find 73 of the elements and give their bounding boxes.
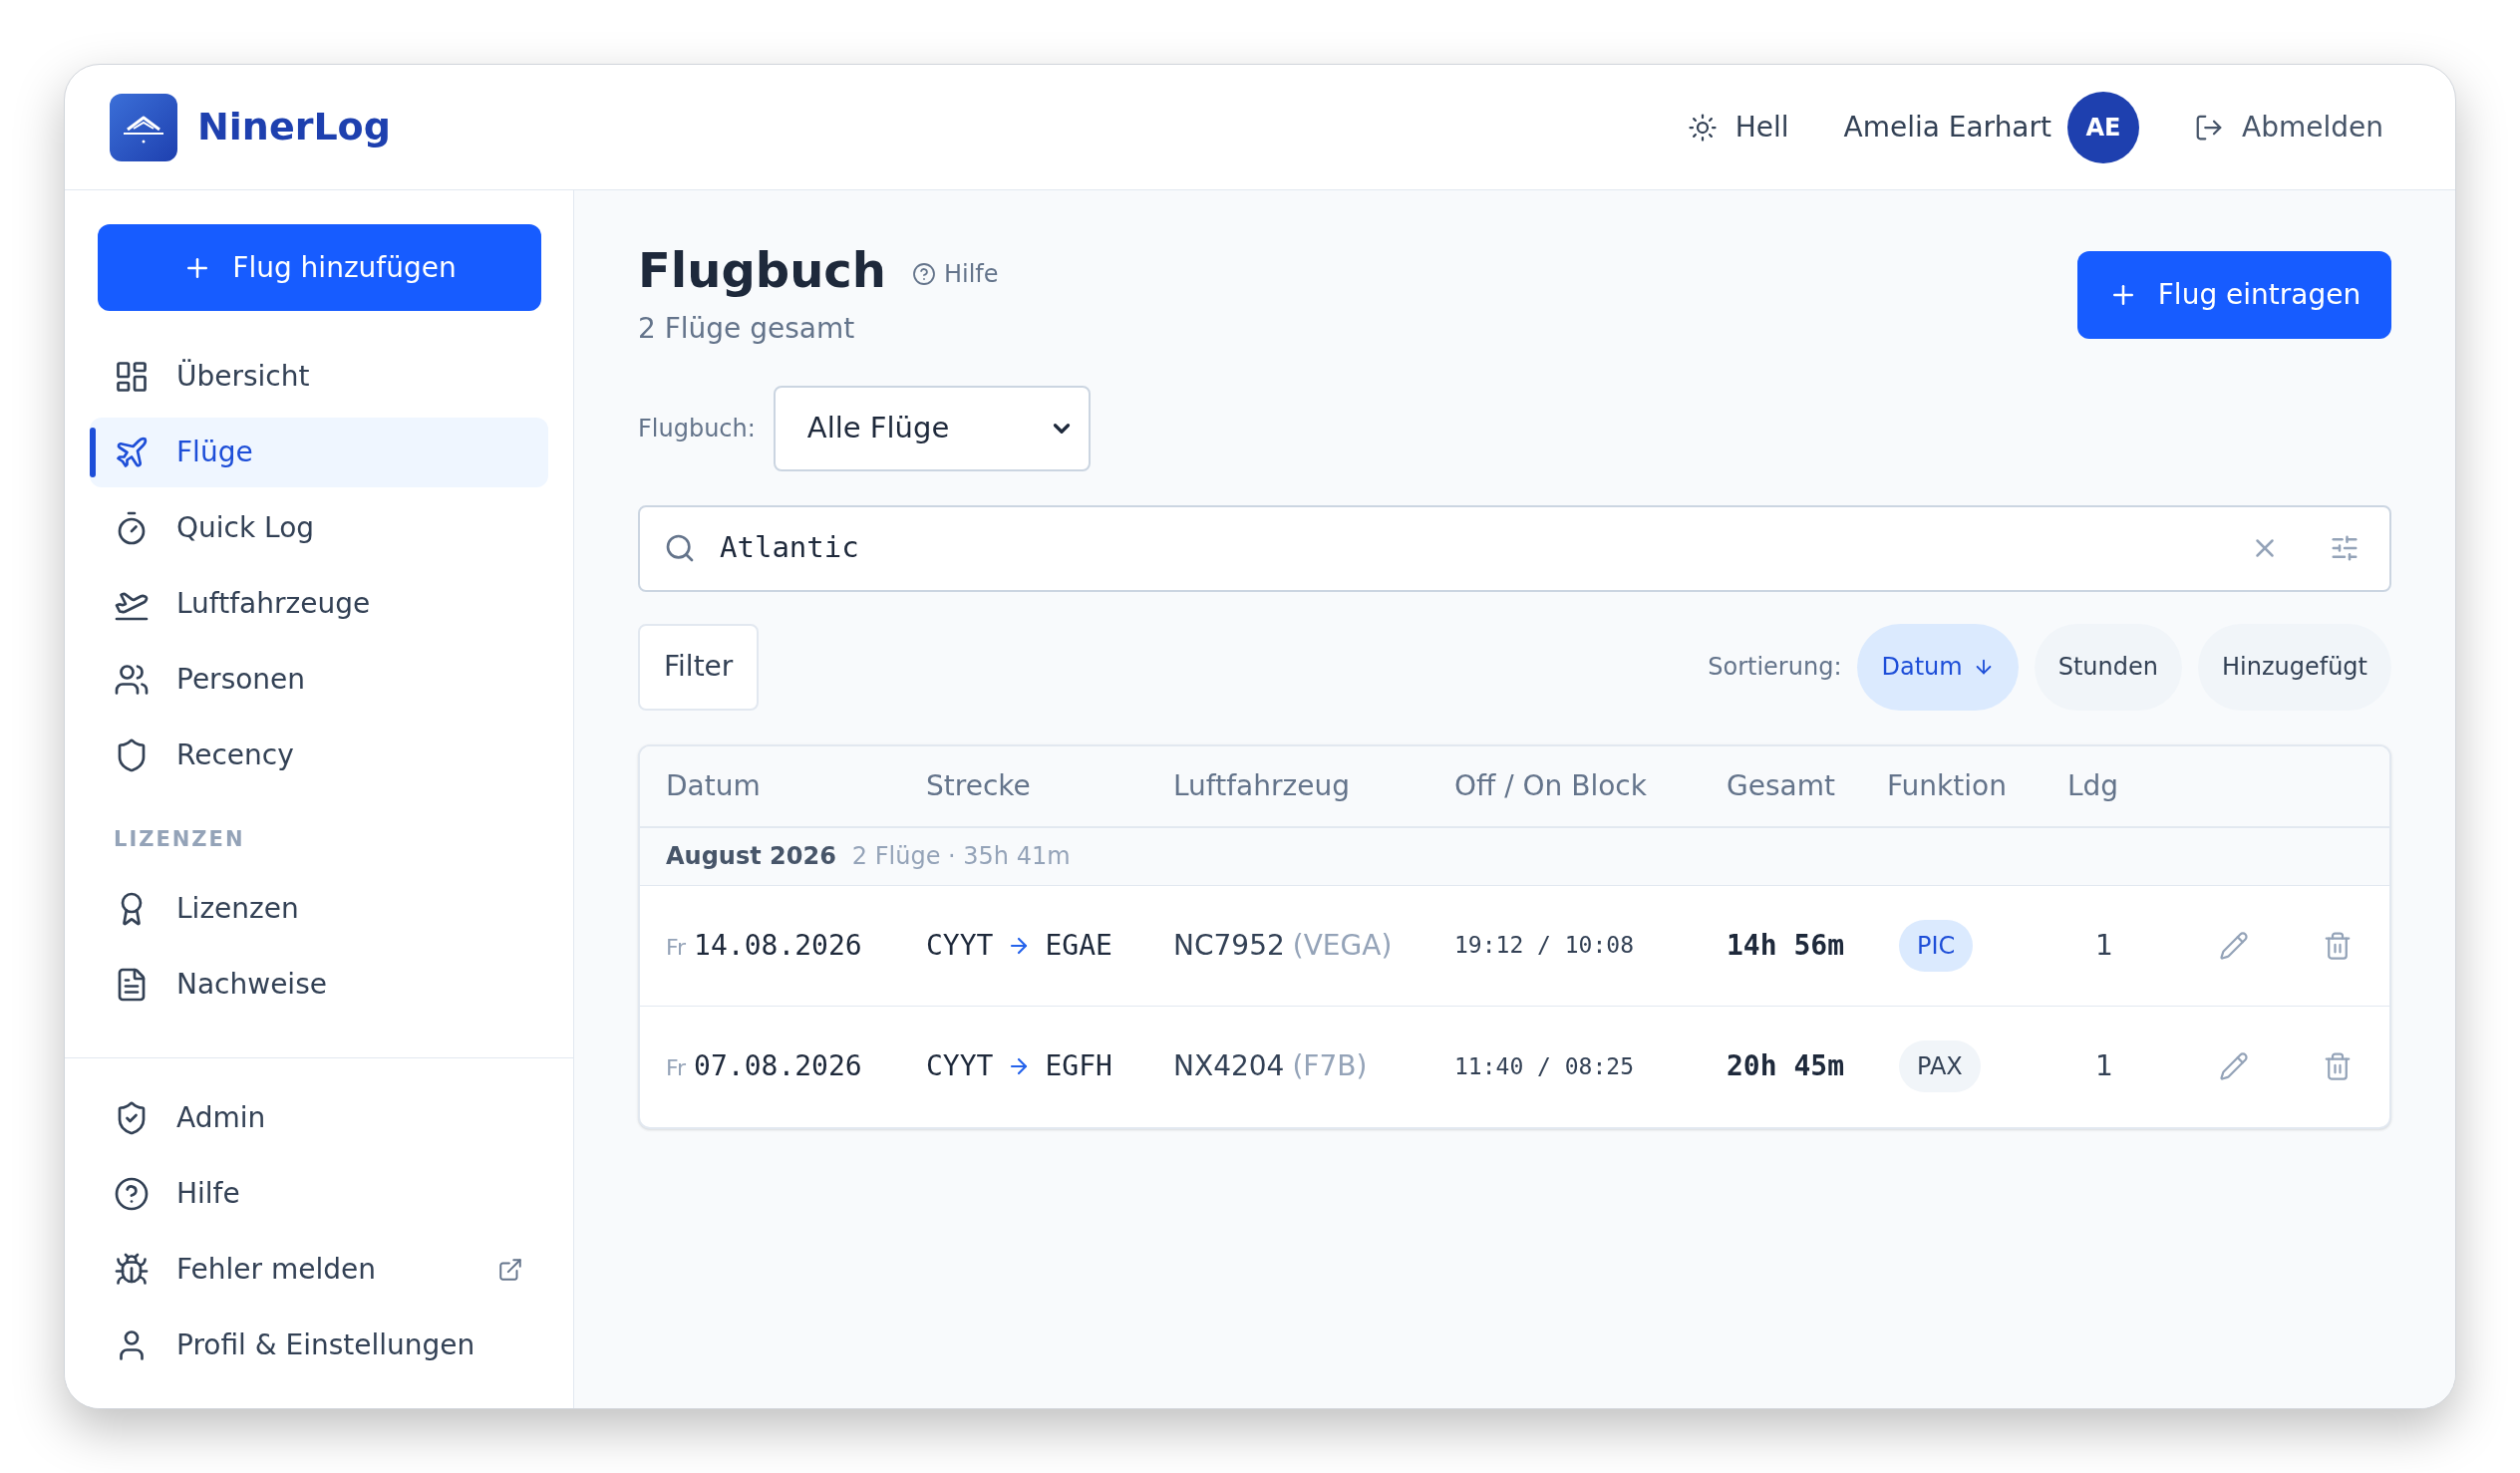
sort-label: Sortierung: — [1708, 652, 1842, 684]
function-badge: PAX — [1899, 1040, 1981, 1093]
block-times: 19:12 / 10:08 — [1454, 931, 1635, 961]
page-title: Flugbuch — [638, 242, 886, 300]
sort-option[interactable]: Stunden — [2034, 623, 2182, 711]
logbook-label: Flugbuch: — [638, 413, 756, 444]
sidebar-item[interactable]: Lizenzen — [90, 873, 548, 944]
edit-icon[interactable] — [2219, 1051, 2249, 1082]
delete-icon[interactable] — [2323, 1051, 2353, 1082]
column-header: Datum — [666, 767, 762, 804]
avatar[interactable]: AE — [2067, 91, 2140, 163]
arrival-airport: EGFH — [1045, 1048, 1112, 1085]
help-link[interactable]: Hilfe — [911, 255, 999, 292]
sidebar-item[interactable]: Übersicht — [90, 342, 548, 412]
aircraft-type: (F7B) — [1292, 1048, 1368, 1085]
app-name: NinerLog — [197, 104, 391, 150]
sun-icon — [1687, 112, 1718, 143]
sidebar-item[interactable]: Profil & Einstellungen — [90, 1311, 548, 1380]
column-header: Off / On Block — [1454, 767, 1648, 804]
landings: 1 — [2094, 1048, 2114, 1085]
help-icon — [911, 261, 936, 286]
column-header: Gesamt — [1727, 767, 1836, 804]
filter-button[interactable]: Filter — [638, 623, 760, 711]
column-header: Funktion — [1887, 767, 2008, 804]
total-time: 14h 56m — [1727, 927, 1845, 964]
column-header: Ldg — [2066, 767, 2120, 804]
plane-icon — [114, 435, 150, 470]
sidebar-item[interactable]: Nachweise — [90, 949, 548, 1020]
sidebar-item[interactable]: Quick Log — [90, 493, 548, 563]
logo-icon — [110, 93, 177, 161]
sort-option[interactable]: Hinzugefügt — [2197, 623, 2391, 711]
bug-icon — [114, 1252, 150, 1288]
log-flight-button[interactable]: Flug eintragen — [2077, 251, 2391, 339]
active-indicator — [90, 428, 96, 477]
edit-icon[interactable] — [2219, 930, 2249, 961]
sidebar-item[interactable]: Fehler melden — [90, 1235, 548, 1305]
add-flight-button[interactable]: Flug hinzufügen — [98, 224, 541, 311]
block-times: 11:40 / 08:25 — [1454, 1051, 1635, 1081]
sidebar-item[interactable]: Luftfahrzeuge — [90, 569, 548, 639]
logout-button[interactable]: Abmelden — [2194, 106, 2383, 148]
arrival-airport: EGAE — [1045, 927, 1112, 964]
group-summary: 2 Flüge · 35h 41m — [851, 841, 1071, 873]
section-label: LIZENZEN — [113, 826, 246, 853]
flight-date: 07.08.2026 — [694, 1048, 862, 1085]
logbook-select[interactable]: Alle Flüge — [773, 385, 1091, 471]
user-name: Amelia Earhart — [1843, 109, 2052, 146]
landings: 1 — [2094, 927, 2114, 964]
delete-icon[interactable] — [2323, 930, 2353, 961]
column-header: Luftfahrzeug — [1173, 767, 1351, 804]
sidebar-item[interactable]: Hilfe — [90, 1159, 548, 1229]
aircraft-registration: NX4204 — [1173, 1048, 1285, 1085]
dashboard-icon — [114, 359, 150, 395]
weekday: Fr — [666, 1054, 687, 1083]
sidebar-item[interactable]: Admin — [90, 1083, 548, 1153]
theme-toggle[interactable]: Hell — [1687, 106, 1789, 148]
aircraft-type: (VEGA) — [1292, 927, 1393, 964]
people-icon — [114, 662, 150, 698]
flight-count: 2 Flüge gesamt — [638, 310, 856, 347]
sidebar-item[interactable]: Recency — [90, 721, 548, 790]
search-field[interactable]: Atlantic — [638, 504, 2391, 592]
column-header: Strecke — [926, 767, 1032, 804]
total-time: 20h 45m — [1727, 1048, 1845, 1085]
group-title: August 2026 — [666, 841, 836, 873]
sidebar-item[interactable]: Personen — [90, 645, 548, 715]
flight-date: 14.08.2026 — [694, 927, 862, 964]
departure-airport: CYYT — [926, 927, 994, 964]
departure-airport: CYYT — [926, 1048, 994, 1085]
function-badge: PIC — [1899, 919, 1974, 972]
aircraft-registration: NC7952 — [1173, 927, 1285, 964]
sort-option[interactable]: Datum — [1857, 623, 2019, 711]
help-icon — [114, 1176, 150, 1212]
sidebar-item[interactable]: Flüge — [90, 418, 548, 487]
weekday: Fr — [666, 933, 687, 962]
